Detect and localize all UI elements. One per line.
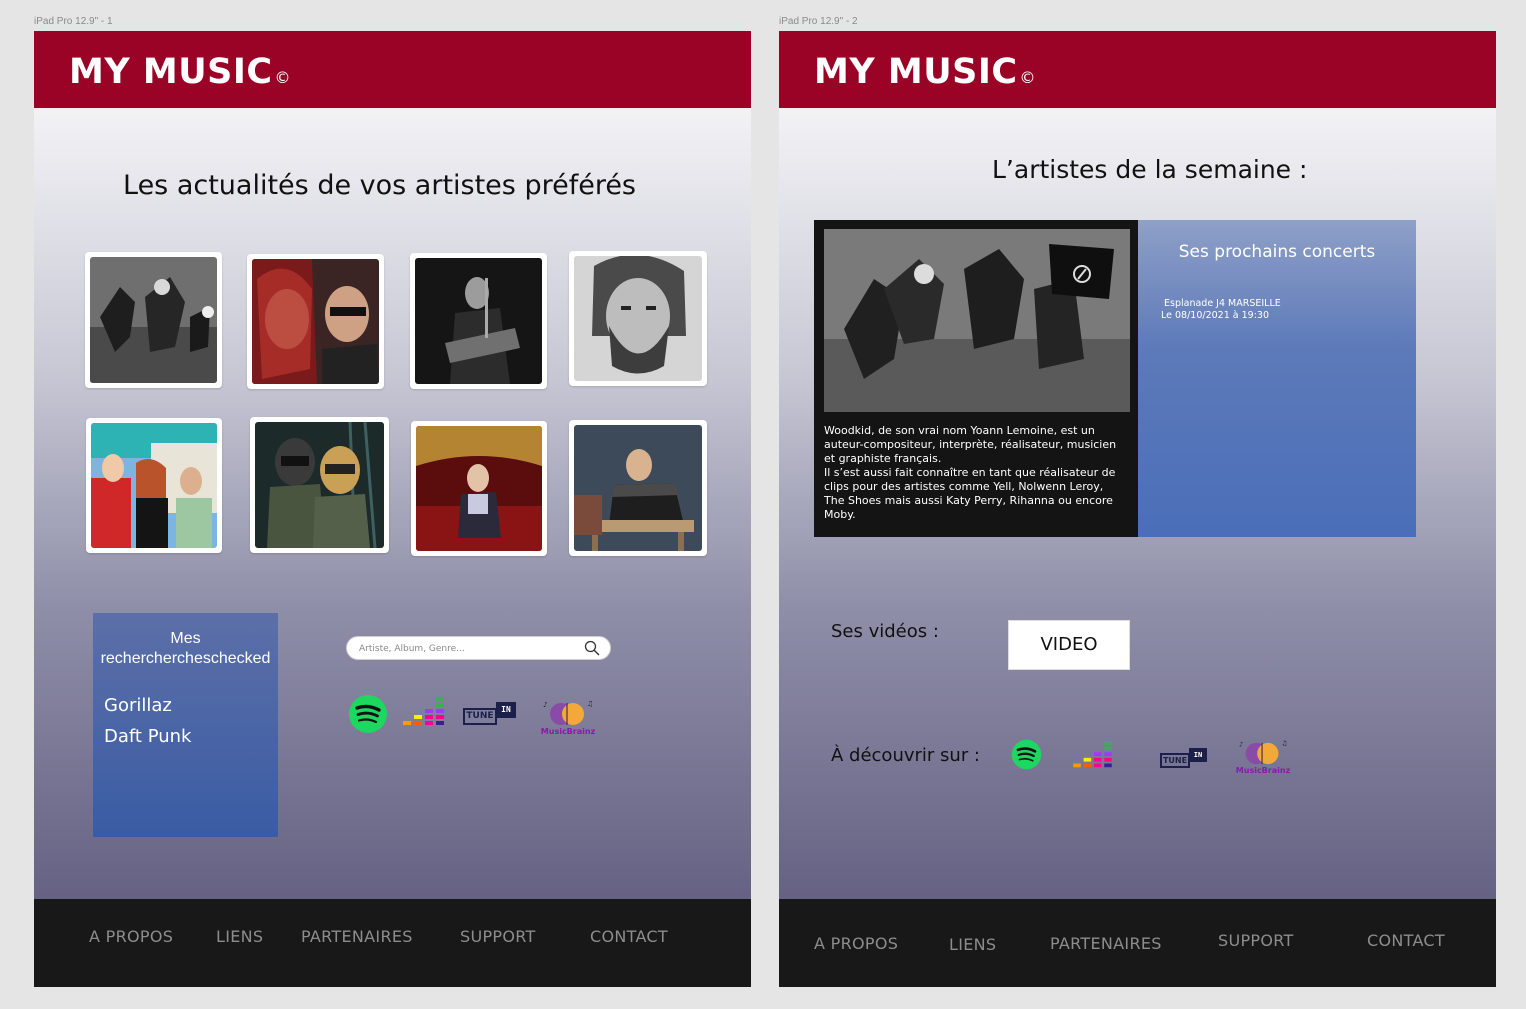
logo-text: MY MUSIC xyxy=(69,52,273,92)
logo[interactable]: MY MUSIC © xyxy=(69,52,291,92)
artist-photo-daft-punk[interactable] xyxy=(250,417,389,553)
artist-description-text: Woodkid, de son vrai nom Yoann Lemoine, … xyxy=(824,424,1117,521)
footer-link-about[interactable]: A PROPOS xyxy=(89,927,173,946)
header: MY MUSIC © xyxy=(34,31,751,108)
artist-photo-band[interactable] xyxy=(247,254,384,389)
recent-search-item[interactable]: Daft Punk xyxy=(104,726,191,747)
svg-text:♫: ♫ xyxy=(1281,740,1287,748)
footer-link-contact[interactable]: CONTACT xyxy=(590,927,668,946)
videos-label: Ses vidéos : xyxy=(831,621,939,642)
tunein-text: TUNE xyxy=(463,708,497,725)
svg-text:♪: ♪ xyxy=(543,701,547,709)
video-button[interactable]: VIDEO xyxy=(1008,620,1130,670)
musicbrainz-icon[interactable]: ♪ ♫ MusicBrainz xyxy=(1235,738,1291,776)
footer-link-partners[interactable]: PARTENAIRES xyxy=(301,927,413,946)
featured-artist-card: Woodkid, de son vrai nom Yoann Lemoine, … xyxy=(814,220,1138,537)
footer: A PROPOS LIENS PARTENAIRES SUPPORT CONTA… xyxy=(779,899,1496,987)
theatre-man-photo xyxy=(416,426,542,551)
trio-photo xyxy=(91,423,217,548)
search-input[interactable] xyxy=(359,641,579,656)
recent-heading-text: Mes recherchercheschecked xyxy=(100,630,271,667)
svg-text:♪: ♪ xyxy=(1239,741,1243,749)
deezer-icon[interactable] xyxy=(1073,741,1113,771)
svg-text:♫: ♫ xyxy=(587,700,593,708)
artist-description: Woodkid, de son vrai nom Yoann Lemoine, … xyxy=(824,424,1124,522)
tunein-icon[interactable]: TUNE IN xyxy=(1160,748,1208,770)
artboard-1-label: iPad Pro 12.9" - 1 xyxy=(34,16,113,27)
logo[interactable]: MY MUSIC © xyxy=(814,52,1036,92)
upcoming-concerts-panel: Ses prochains concerts Esplanade J4 MARS… xyxy=(1138,220,1416,537)
page-title: Les actualités de vos artistes préférés xyxy=(123,170,636,201)
musicbrainz-label: MusicBrainz xyxy=(540,727,596,736)
logo-text: MY MUSIC xyxy=(814,52,1018,92)
spotify-icon[interactable] xyxy=(348,694,388,734)
discover-label: À découvrir sur : xyxy=(831,745,981,766)
artist-photo-bearded-man[interactable] xyxy=(569,251,707,386)
woodkid-photo xyxy=(824,229,1130,412)
artboard-2-label: iPad Pro 12.9" - 2 xyxy=(779,16,858,27)
copyright-symbol: © xyxy=(274,68,292,87)
woodkid-photo xyxy=(90,257,217,383)
page-title: L’artistes de la semaine : xyxy=(992,155,1308,184)
tunein-text: TUNE xyxy=(1160,753,1190,768)
footer-link-links[interactable]: LIENS xyxy=(949,935,996,954)
artist-photo-woodkid[interactable] xyxy=(85,252,222,388)
artist-photo-trio[interactable] xyxy=(86,418,222,553)
search-icon[interactable] xyxy=(584,640,600,656)
copyright-symbol: © xyxy=(1019,68,1037,87)
musicbrainz-icon[interactable]: ♪ ♫ MusicBrainz xyxy=(539,698,597,738)
footer-link-support[interactable]: SUPPORT xyxy=(460,927,536,946)
artist-photo-theatre-man[interactable] xyxy=(411,421,547,556)
tunein-badge: IN xyxy=(496,702,516,718)
artboard-home: MY MUSIC © Les actualités de vos artistes… xyxy=(34,31,751,987)
header: MY MUSIC © xyxy=(779,31,1496,108)
tunein-icon[interactable]: TUNE IN xyxy=(463,702,518,727)
footer-link-about[interactable]: A PROPOS xyxy=(814,934,898,953)
concert-venue[interactable]: Esplanade J4 MARSEILLE xyxy=(1164,298,1281,309)
recent-search-item[interactable]: Gorillaz xyxy=(104,695,172,716)
footer-link-partners[interactable]: PARTENAIRES xyxy=(1050,934,1162,953)
footer-link-contact[interactable]: CONTACT xyxy=(1367,931,1445,950)
artist-photo-piano-man[interactable] xyxy=(569,420,707,556)
deezer-icon[interactable] xyxy=(403,697,445,729)
artboard-artist: MY MUSIC © L’artistes de la semaine : Woo… xyxy=(779,31,1496,987)
footer-link-links[interactable]: LIENS xyxy=(216,927,263,946)
footer: A PROPOS LIENS PARTENAIRES SUPPORT CONTA… xyxy=(34,899,751,987)
piano-man-photo xyxy=(574,425,702,551)
daft-punk-photo xyxy=(255,422,384,548)
recent-searches-heading: Mes recherchercheschecked xyxy=(93,629,278,669)
bearded-man-photo xyxy=(574,256,702,381)
search-bar xyxy=(346,636,611,660)
tunein-badge: IN xyxy=(1189,748,1207,762)
footer-link-support[interactable]: SUPPORT xyxy=(1218,931,1294,950)
spotify-icon[interactable] xyxy=(1011,739,1042,770)
band-photo xyxy=(252,259,379,384)
concert-date: Le 08/10/2021 à 19:30 xyxy=(1161,310,1269,321)
artist-photo-guitarist[interactable] xyxy=(410,253,547,389)
recent-searches-panel: Mes recherchercheschecked Gorillaz Daft … xyxy=(93,613,278,837)
concerts-heading: Ses prochains concerts xyxy=(1178,242,1376,262)
guitarist-photo xyxy=(415,258,542,384)
musicbrainz-label: MusicBrainz xyxy=(1235,766,1291,775)
